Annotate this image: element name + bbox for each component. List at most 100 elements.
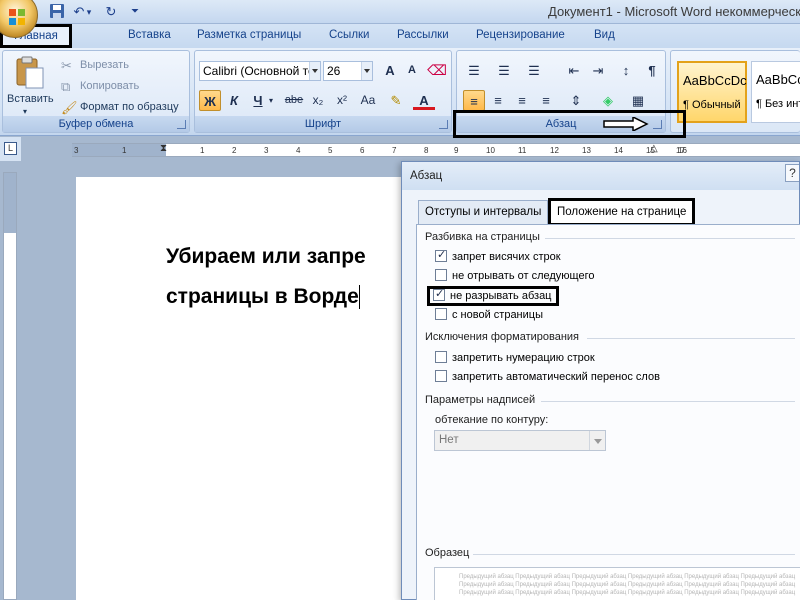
clipboard-group: Вставить ▾ ✂ Вырезать ⧉ Копировать 🖌 Формат… bbox=[2, 50, 190, 133]
show-marks-button[interactable]: ¶ bbox=[641, 60, 663, 81]
cut-button[interactable]: ✂ Вырезать bbox=[61, 58, 129, 73]
vertical-ruler[interactable] bbox=[3, 172, 17, 600]
tab-position-label: Положение на странице bbox=[557, 206, 687, 218]
divider bbox=[473, 554, 795, 555]
preview-text: Предыдущий абзац Предыдущий абзац Предыд… bbox=[459, 582, 796, 588]
shrink-font-button[interactable]: A bbox=[401, 60, 423, 81]
format-painter-button[interactable]: 🖌 Формат по образцу bbox=[61, 100, 179, 115]
document-line-2: страницы в Ворде bbox=[166, 277, 366, 317]
style-no-spacing[interactable]: AaBbCcDc ¶ Без инт bbox=[751, 61, 800, 123]
redo-icon[interactable]: ↻ bbox=[102, 3, 120, 21]
align-left-icon[interactable]: ≡ bbox=[463, 90, 485, 111]
ruler-tick: 17 bbox=[676, 146, 685, 155]
keep-with-next-checkbox[interactable]: не отрывать от следующего bbox=[435, 269, 594, 285]
checkbox-icon[interactable] bbox=[435, 308, 447, 321]
tab-indents-spacing[interactable]: Отступы и интервалы bbox=[418, 200, 549, 224]
borders-icon[interactable]: ▦ bbox=[627, 90, 649, 111]
right-indent-marker-icon[interactable]: △ bbox=[650, 143, 658, 154]
grow-font-button[interactable]: A bbox=[379, 60, 401, 81]
tab-selector[interactable]: L bbox=[0, 137, 22, 161]
font-color-icon[interactable]: A bbox=[413, 90, 435, 110]
font-group-label: Шрифт bbox=[195, 116, 451, 132]
paste-dropdown-icon[interactable]: ▾ bbox=[23, 107, 27, 116]
multilevel-list-icon[interactable]: ☰ bbox=[523, 60, 545, 81]
paste-button[interactable]: Вставить bbox=[7, 93, 54, 105]
checkbox-label: запретить автоматический перенос слов bbox=[452, 371, 660, 383]
paste-icon[interactable] bbox=[11, 55, 47, 91]
sort-icon[interactable]: ↕ bbox=[615, 60, 637, 81]
tab-view[interactable]: Вид bbox=[594, 29, 615, 41]
tab-review[interactable]: Рецензирование bbox=[476, 29, 565, 41]
checkbox-icon[interactable] bbox=[435, 269, 447, 282]
subscript-button[interactable]: x₂ bbox=[307, 90, 329, 111]
decrease-indent-icon[interactable]: ⇤ bbox=[563, 60, 585, 81]
divider bbox=[541, 401, 795, 402]
style-normal-sample: AaBbCcDc bbox=[683, 73, 747, 88]
chevron-down-icon[interactable] bbox=[361, 62, 372, 80]
justify-icon[interactable]: ≡ bbox=[535, 90, 557, 111]
clear-formatting-icon[interactable]: ⌫ bbox=[426, 60, 448, 81]
ruler-tick: 7 bbox=[392, 146, 397, 155]
tab-line-page-breaks[interactable]: Положение на странице bbox=[548, 198, 696, 226]
chevron-down-icon[interactable] bbox=[589, 431, 605, 450]
clipboard-launcher-icon[interactable] bbox=[177, 120, 186, 129]
indent-marker-icon[interactable]: ⧗ bbox=[160, 143, 167, 154]
shading-icon[interactable]: ◈ bbox=[597, 90, 619, 111]
wrap-select[interactable]: Нет bbox=[434, 430, 606, 451]
checkbox-icon[interactable] bbox=[435, 351, 447, 364]
superscript-button[interactable]: x² bbox=[331, 90, 353, 111]
bold-button[interactable]: Ж bbox=[199, 90, 221, 111]
underline-dropdown-icon[interactable]: ▾ bbox=[265, 90, 277, 111]
bullets-icon[interactable]: ☰ bbox=[463, 60, 485, 81]
tab-insert[interactable]: Вставка bbox=[128, 29, 171, 41]
ruler-tick: 14 bbox=[614, 146, 623, 155]
widow-control-checkbox[interactable]: запрет висячих строк bbox=[435, 248, 561, 266]
format-painter-label: Формат по образцу bbox=[80, 100, 179, 113]
textbox-options-heading: Параметры надписей bbox=[425, 394, 536, 406]
copy-icon: ⧉ bbox=[61, 79, 71, 94]
page-break-before-checkbox[interactable]: с новой страницы bbox=[435, 308, 543, 324]
tab-page-layout[interactable]: Разметка страницы bbox=[197, 29, 301, 41]
font-name-combo[interactable]: Calibri (Основной те bbox=[199, 61, 321, 81]
align-center-icon[interactable]: ≡ bbox=[487, 90, 509, 111]
checkbox-label: запретить нумерацию строк bbox=[452, 352, 595, 364]
ruler-tick: 4 bbox=[296, 146, 301, 155]
tab-references[interactable]: Ссылки bbox=[329, 29, 370, 41]
style-normal[interactable]: AaBbCcDc ¶ Обычный bbox=[677, 61, 747, 123]
chevron-down-icon[interactable] bbox=[309, 62, 320, 80]
divider bbox=[545, 238, 795, 239]
document-text[interactable]: Убираем или запре страницы в Ворде bbox=[166, 237, 366, 317]
document-line: Убираем или запре bbox=[166, 245, 366, 268]
highlight-icon[interactable]: ✎ bbox=[385, 90, 407, 111]
strikethrough-button[interactable]: abe bbox=[281, 90, 307, 111]
undo-dropdown-icon[interactable]: ▾ bbox=[84, 3, 94, 21]
italic-button[interactable]: К bbox=[223, 90, 245, 111]
ruler-tick: 5 bbox=[328, 146, 333, 155]
checkbox-checked-icon[interactable] bbox=[433, 287, 445, 302]
dialog-titlebar[interactable]: Абзац ? bbox=[402, 162, 799, 190]
copy-button[interactable]: ⧉ Копировать bbox=[61, 79, 139, 94]
tab-mailings[interactable]: Рассылки bbox=[397, 29, 449, 41]
preview-heading: Образец bbox=[425, 547, 470, 559]
suppress-line-numbers-checkbox[interactable]: запретить нумерацию строк bbox=[435, 351, 595, 367]
ruler-tick: 11 bbox=[518, 146, 527, 155]
align-right-icon[interactable]: ≡ bbox=[511, 90, 533, 111]
help-button[interactable]: ? bbox=[785, 164, 799, 182]
font-launcher-icon[interactable] bbox=[439, 120, 448, 129]
checkbox-checked-icon[interactable] bbox=[435, 248, 447, 263]
save-icon[interactable] bbox=[48, 3, 66, 21]
increase-indent-icon[interactable]: ⇥ bbox=[587, 60, 609, 81]
dont-hyphenate-checkbox[interactable]: запретить автоматический перенос слов bbox=[435, 370, 660, 386]
line-spacing-icon[interactable]: ⇕ bbox=[565, 90, 587, 111]
dialog-panel: Разбивка на страницы запрет висячих стро… bbox=[416, 224, 800, 600]
customize-quick-access-icon[interactable]: ⏷ bbox=[126, 3, 144, 21]
keep-lines-together-checkbox[interactable]: не разрывать абзац bbox=[427, 286, 559, 306]
ruler-tick: 6 bbox=[360, 146, 365, 155]
font-size-combo[interactable]: 26 bbox=[323, 61, 373, 81]
horizontal-ruler[interactable]: 3 1 ⧗ 1 2 3 4 5 6 7 8 9 10 11 12 13 14 1… bbox=[72, 143, 800, 157]
checkbox-icon[interactable] bbox=[435, 370, 447, 383]
divider bbox=[587, 338, 795, 339]
style-no-spacing-sample: AaBbCcDc bbox=[756, 72, 800, 87]
change-case-button[interactable]: Aa bbox=[355, 90, 381, 111]
numbering-icon[interactable]: ☰ bbox=[493, 60, 515, 81]
